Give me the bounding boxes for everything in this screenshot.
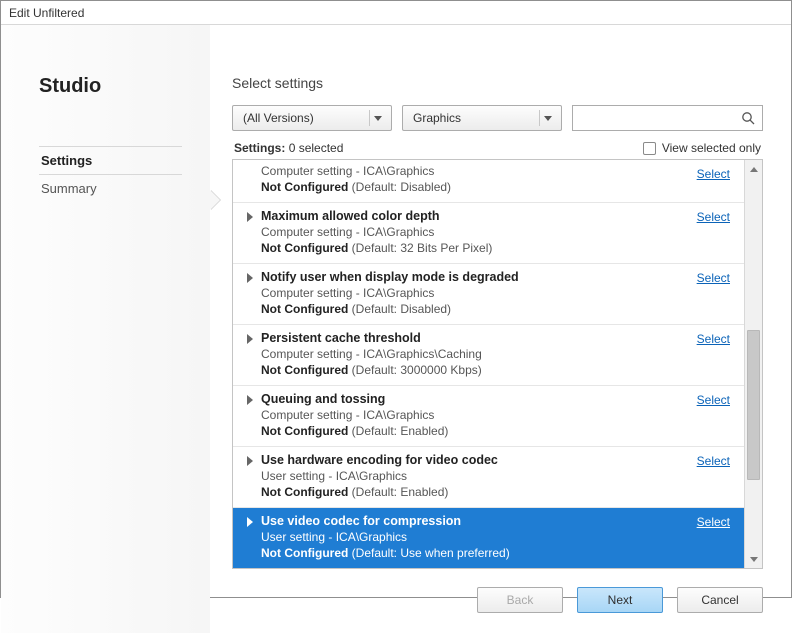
select-link[interactable]: Select: [697, 167, 730, 181]
scroll-down-button[interactable]: [745, 550, 762, 568]
setting-title: Queuing and tossing: [261, 392, 732, 406]
scroll-up-button[interactable]: [745, 160, 762, 178]
select-link[interactable]: Select: [697, 454, 730, 468]
expand-arrow-icon[interactable]: [247, 273, 253, 283]
setting-path: Computer setting - ICA\Graphics: [261, 286, 732, 300]
view-selected-group: View selected only: [643, 141, 761, 155]
scroll-thumb[interactable]: [747, 330, 760, 480]
footer-buttons: Back Next Cancel: [232, 569, 763, 613]
setting-row[interactable]: Maximum allowed color depth Computer sett…: [233, 202, 744, 263]
filter-row: (All Versions) Graphics: [232, 105, 763, 131]
setting-path: User setting - ICA\Graphics: [261, 469, 732, 483]
setting-row[interactable]: Queuing and tossing Computer setting - IC…: [233, 385, 744, 446]
setting-state: Not Configured (Default: Disabled): [261, 180, 732, 194]
setting-row[interactable]: Use hardware encoding for video codec Use…: [233, 446, 744, 507]
settings-count: Settings: 0 selected: [234, 141, 343, 155]
setting-state: Not Configured (Default: 3000000 Kbps): [261, 363, 732, 377]
select-link[interactable]: Select: [697, 332, 730, 346]
expand-arrow-icon[interactable]: [247, 395, 253, 405]
select-link[interactable]: Select: [697, 393, 730, 407]
setting-state: Not Configured (Default: 32 Bits Per Pix…: [261, 241, 732, 255]
window-title: Edit Unfiltered: [1, 1, 791, 25]
setting-path: Computer setting - ICA\Graphics: [261, 164, 732, 178]
search-input[interactable]: [577, 107, 740, 129]
category-dropdown[interactable]: Graphics: [402, 105, 562, 131]
vertical-scrollbar[interactable]: [744, 160, 762, 568]
setting-title: Persistent cache threshold: [261, 331, 732, 345]
dialog-body: Studio Settings Summary Select settings …: [1, 25, 791, 633]
next-button[interactable]: Next: [577, 587, 663, 613]
nav-item-summary[interactable]: Summary: [39, 175, 182, 202]
setting-path: Computer setting - ICA\Graphics: [261, 225, 732, 239]
setting-path: Computer setting - ICA\Graphics: [261, 408, 732, 422]
expand-arrow-icon[interactable]: [247, 456, 253, 466]
settings-list: Computer setting - ICA\Graphics Not Confi…: [233, 160, 744, 568]
select-link[interactable]: Select: [697, 210, 730, 224]
nav-item-settings[interactable]: Settings: [39, 146, 182, 175]
section-title: Select settings: [232, 75, 763, 91]
search-box[interactable]: [572, 105, 763, 131]
setting-row[interactable]: Computer setting - ICA\Graphics Not Confi…: [233, 160, 744, 202]
setting-state: Not Configured (Default: Enabled): [261, 424, 732, 438]
search-icon[interactable]: [740, 111, 756, 125]
version-dropdown[interactable]: (All Versions): [232, 105, 392, 131]
setting-state: Not Configured (Default: Use when prefer…: [261, 546, 732, 560]
setting-path: User setting - ICA\Graphics: [261, 530, 732, 544]
view-selected-checkbox[interactable]: [643, 142, 656, 155]
setting-path: Computer setting - ICA\Graphics\Caching: [261, 347, 732, 361]
sidebar-caret-icon: [210, 190, 220, 210]
expand-arrow-icon[interactable]: [247, 334, 253, 344]
dialog-window: Edit Unfiltered Studio Settings Summary …: [0, 0, 792, 598]
main-panel: Select settings (All Versions) Graphics: [210, 25, 791, 633]
settings-status-row: Settings: 0 selected View selected only: [232, 141, 763, 155]
view-selected-label: View selected only: [662, 141, 761, 155]
setting-state: Not Configured (Default: Enabled): [261, 485, 732, 499]
setting-row[interactable]: Notify user when display mode is degrade…: [233, 263, 744, 324]
chevron-down-icon: [369, 110, 385, 126]
expand-arrow-icon[interactable]: [247, 517, 253, 527]
select-link[interactable]: Select: [697, 271, 730, 285]
version-dropdown-value: (All Versions): [243, 111, 314, 125]
setting-state: Not Configured (Default: Disabled): [261, 302, 732, 316]
chevron-down-icon: [539, 110, 555, 126]
select-link[interactable]: Select: [697, 515, 730, 529]
setting-title: Maximum allowed color depth: [261, 209, 732, 223]
cancel-button[interactable]: Cancel: [677, 587, 763, 613]
setting-title: Notify user when display mode is degrade…: [261, 270, 732, 284]
setting-title: Use hardware encoding for video codec: [261, 453, 732, 467]
setting-title: Use video codec for compression: [261, 514, 732, 528]
sidebar: Studio Settings Summary: [1, 25, 210, 633]
expand-arrow-icon[interactable]: [247, 212, 253, 222]
category-dropdown-value: Graphics: [413, 111, 461, 125]
settings-list-container: Computer setting - ICA\Graphics Not Confi…: [232, 159, 763, 569]
setting-row[interactable]: Use video codec for compression User sett…: [233, 507, 744, 568]
back-button[interactable]: Back: [477, 587, 563, 613]
brand-label: Studio: [39, 75, 182, 98]
setting-row[interactable]: Persistent cache threshold Computer setti…: [233, 324, 744, 385]
